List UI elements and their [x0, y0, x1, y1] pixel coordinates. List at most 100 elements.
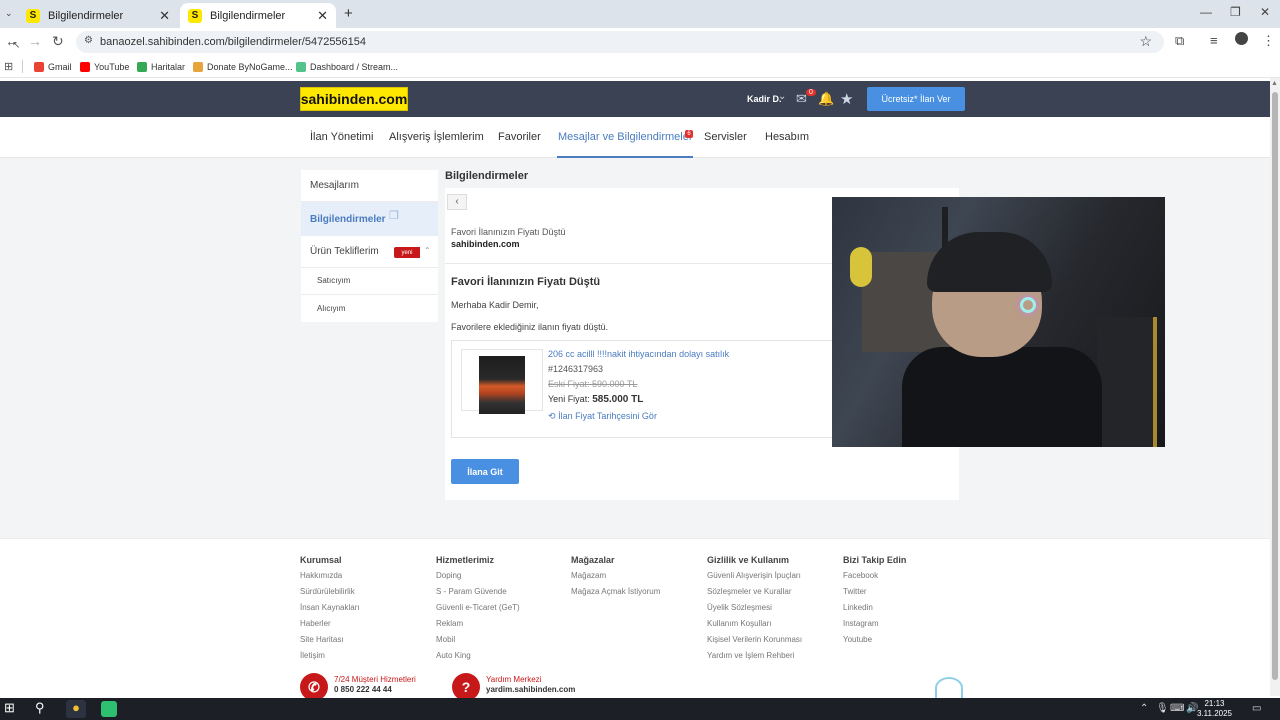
footer-link[interactable]: Kullanım Koşulları: [707, 619, 802, 635]
menu-divider: [301, 294, 438, 295]
footer-link[interactable]: Güvenli e-Ticaret (GeT): [436, 603, 520, 619]
notification-icon: ❐: [389, 210, 399, 222]
scrollbar-thumb[interactable]: [1272, 92, 1278, 680]
post-ad-button[interactable]: Ücretsiz* İlan Ver: [867, 87, 965, 111]
nav-services[interactable]: Servisler: [704, 131, 747, 143]
search-icon[interactable]: ⚲: [35, 700, 45, 716]
site-info-icon[interactable]: ⚙: [84, 35, 93, 46]
menu-icon[interactable]: ⋮: [1262, 33, 1275, 49]
message-subject: Favori İlanınızın Fiyatı Düştü: [451, 227, 566, 237]
product-title-link[interactable]: 206 cc acilll !!!!nakit ihtiyacından dol…: [548, 349, 729, 359]
price-history-link[interactable]: ⟲ İlan Fiyat Tarihçesini Gör: [548, 411, 657, 422]
go-to-listing-button[interactable]: İlana Git: [451, 459, 519, 484]
user-menu[interactable]: Kadir D.: [747, 94, 782, 104]
footer-link[interactable]: Youtube: [843, 635, 906, 651]
history-icon: ⟲: [548, 411, 556, 421]
bookmark-youtube[interactable]: YouTube: [80, 62, 129, 72]
footer-link[interactable]: Mağaza Açmak İstiyorum: [571, 587, 660, 603]
windows-taskbar: ⊞ ⚲ ● ⌃ 🎙 ⌨ 🔊 21:13 3.11.2025 ▭: [0, 698, 1280, 720]
footer-link[interactable]: Mağazam: [571, 571, 660, 587]
forward-icon[interactable]: →: [28, 33, 42, 49]
address-bar[interactable]: ⚙ banaozel.sahibinden.com/bilgilendirmel…: [76, 31, 1164, 53]
footer-link[interactable]: Sürdürülebilirlik: [300, 587, 360, 603]
chevron-up-icon[interactable]: ⌃: [1140, 703, 1148, 714]
mic-icon[interactable]: 🎙: [1156, 703, 1169, 714]
footer-link[interactable]: İnsan Kaynakları: [300, 603, 360, 619]
minimize-icon[interactable]: —: [1200, 5, 1212, 19]
site-logo[interactable]: sahibinden.com: [300, 87, 408, 111]
extensions-icon[interactable]: ⧉: [1175, 33, 1184, 49]
menu-item-messages[interactable]: Mesajlarım: [310, 180, 359, 191]
tab-search-icon[interactable]: ⌄: [5, 8, 13, 19]
close-window-icon[interactable]: ✕: [1260, 5, 1270, 19]
back-button[interactable]: ‹: [447, 194, 467, 210]
footer-link[interactable]: Yardım ve İşlem Rehberi: [707, 651, 802, 667]
product-id: #1246317963: [548, 364, 604, 374]
tab-title: Bilgilendirmeler: [210, 9, 286, 22]
close-tab-icon[interactable]: ✕: [159, 8, 170, 24]
footer-link[interactable]: Sözleşmeler ve Kurallar: [707, 587, 802, 603]
apps-grid-icon[interactable]: ⊞: [4, 60, 13, 73]
footer-link[interactable]: S - Param Güvende: [436, 587, 520, 603]
footer-link[interactable]: Site Haritası: [300, 635, 360, 651]
chevron-up-icon[interactable]: ⌃: [424, 246, 431, 255]
left-menu: Mesajlarım Bilgilendirmeler ❐ Ürün Tekli…: [301, 170, 438, 322]
product-thumbnail[interactable]: [461, 349, 543, 414]
app-icon[interactable]: [101, 701, 117, 717]
footer-link[interactable]: Instagram: [843, 619, 906, 635]
nav-account[interactable]: Hesabım: [765, 131, 809, 143]
windows-start-icon[interactable]: ⊞: [4, 700, 15, 716]
bookmark-maps[interactable]: Haritalar: [137, 62, 185, 72]
footer-link[interactable]: Doping: [436, 571, 520, 587]
footer-link[interactable]: Kişisel Verilerin Korunması: [707, 635, 802, 651]
browser-tab-2[interactable]: S Bilgilendirmeler ✕: [180, 3, 336, 28]
bookmark-donate[interactable]: Donate ByNoGame...: [193, 62, 293, 72]
system-clock[interactable]: 21:13 3.11.2025: [1197, 699, 1232, 719]
browser-tab-1[interactable]: S Bilgilendirmeler ✕: [18, 3, 178, 28]
webcam-headset-light: [1020, 297, 1036, 313]
profile-avatar[interactable]: [1235, 32, 1248, 45]
menu-item-notifications[interactable]: Bilgilendirmeler: [310, 214, 386, 225]
bookmark-star-icon[interactable]: ☆: [1139, 33, 1152, 50]
footer-link[interactable]: Üyelik Sözleşmesi: [707, 603, 802, 619]
footer-link[interactable]: Mobil: [436, 635, 520, 651]
product-image: [479, 356, 525, 414]
new-badge: yeni: [394, 247, 420, 258]
bell-icon[interactable]: 🔔: [818, 91, 834, 107]
footer-link[interactable]: Auto King: [436, 651, 520, 667]
reload-icon[interactable]: ↻: [52, 33, 64, 50]
webcam-overlay: [832, 197, 1165, 447]
nav-messages-badge: 6: [685, 130, 693, 138]
chevron-down-icon[interactable]: ⌄: [778, 91, 786, 102]
footer-link[interactable]: Facebook: [843, 571, 906, 587]
chrome-icon[interactable]: ●: [66, 700, 86, 718]
nav-ad-management[interactable]: İlan Yönetimi: [310, 131, 373, 143]
submenu-buyer[interactable]: Alıcıyım: [317, 304, 345, 313]
restore-icon[interactable]: ❐: [1230, 5, 1241, 19]
star-icon[interactable]: ★: [840, 90, 853, 108]
new-tab-icon[interactable]: +: [344, 5, 353, 22]
close-tab-icon[interactable]: ✕: [317, 8, 328, 24]
mail-badge: 0: [806, 89, 816, 96]
menu-divider: [301, 201, 438, 202]
footer-link[interactable]: İletişim: [300, 651, 360, 667]
network-icon[interactable]: ⌨: [1170, 703, 1184, 714]
nav-shopping[interactable]: Alışveriş İşlemlerim: [389, 131, 484, 143]
nav-messages[interactable]: Mesajlar ve Bilgilendirmeler: [558, 131, 693, 143]
footer-link[interactable]: Linkedin: [843, 603, 906, 619]
footer-link[interactable]: Reklam: [436, 619, 520, 635]
footer-link[interactable]: Güvenli Alışverişin İpuçları: [707, 571, 802, 587]
scroll-up-icon[interactable]: ▲: [1271, 80, 1278, 87]
footer-link[interactable]: Hakkımızda: [300, 571, 360, 587]
footer-link[interactable]: Twitter: [843, 587, 906, 603]
bookmark-dashboard[interactable]: Dashboard / Stream...: [296, 62, 398, 72]
menu-item-offers[interactable]: Ürün Tekliflerim: [310, 246, 379, 257]
media-icon[interactable]: ≡: [1210, 33, 1218, 48]
page-scrollbar[interactable]: ▲: [1270, 78, 1280, 696]
submenu-seller[interactable]: Satıcıyım: [317, 276, 350, 285]
dashboard-icon: [296, 62, 306, 72]
bookmark-gmail[interactable]: Gmail: [34, 62, 72, 72]
nav-favorites[interactable]: Favoriler: [498, 131, 541, 143]
notifications-icon[interactable]: ▭: [1252, 703, 1261, 714]
footer-link[interactable]: Haberler: [300, 619, 360, 635]
